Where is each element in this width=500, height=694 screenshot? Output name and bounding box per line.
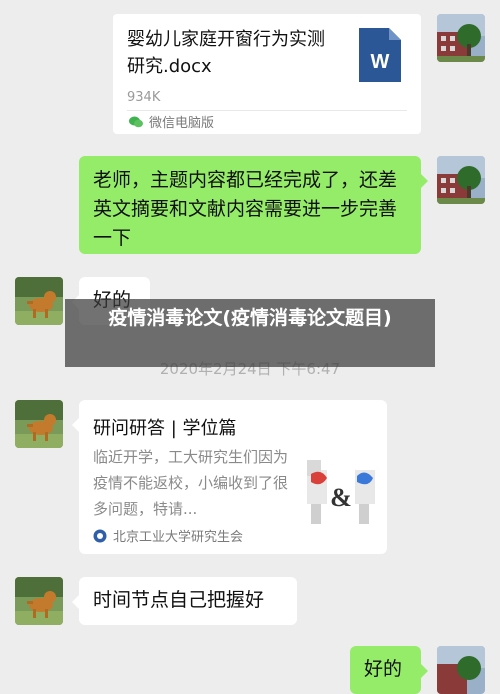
link-description: 临近开学，工大研究生们因为疫情不能返校，小编收到了很多问题，特请... bbox=[93, 448, 289, 518]
university-logo-icon bbox=[93, 529, 107, 542]
link-title: 研问研答 | 学位篇 bbox=[93, 418, 237, 439]
message-bubble-sent[interactable]: 好的 bbox=[350, 646, 428, 694]
title-overlay: 疫情消毒论文(疫情消毒论文题目) bbox=[65, 299, 435, 367]
avatar[interactable] bbox=[437, 156, 485, 204]
message-text: 好的 bbox=[364, 658, 403, 680]
file-source: 微信电脑版 bbox=[129, 112, 214, 131]
file-size: 934K bbox=[127, 90, 161, 105]
file-source-label: 微信电脑版 bbox=[149, 116, 215, 131]
svg-text:W: W bbox=[371, 51, 390, 73]
avatar[interactable] bbox=[437, 14, 485, 62]
wechat-icon bbox=[129, 116, 143, 127]
avatar[interactable] bbox=[15, 277, 63, 325]
file-name: 婴幼儿家庭开窗行为实测研究.docx bbox=[127, 29, 325, 77]
divider bbox=[127, 110, 407, 111]
link-source-label: 北京工业大学研究生会 bbox=[113, 530, 244, 545]
avatar[interactable] bbox=[15, 400, 63, 448]
link-thumbnail: & bbox=[303, 452, 379, 532]
message-bubble-sent[interactable]: 老师，主题内容都已经完成了，还差英文摘要和文献内容需要进一步完善一下 bbox=[79, 156, 428, 254]
word-doc-icon: W bbox=[359, 28, 401, 82]
avatar[interactable] bbox=[437, 646, 485, 694]
svg-text:&: & bbox=[330, 483, 352, 512]
link-source: 北京工业大学研究生会 bbox=[93, 526, 243, 545]
avatar[interactable] bbox=[15, 577, 63, 625]
message-bubble-received[interactable]: 时间节点自己把握好 bbox=[72, 577, 297, 625]
message-text: 时间节点自己把握好 bbox=[93, 589, 265, 611]
message-text: 老师，主题内容都已经完成了，还差英文摘要和文献内容需要进一步完善一下 bbox=[93, 169, 398, 249]
link-card[interactable]: 研问研答 | 学位篇 临近开学，工大研究生们因为疫情不能返校，小编收到了很多问题… bbox=[72, 400, 387, 554]
file-message-card[interactable]: 婴幼儿家庭开窗行为实测研究.docx 934K W 微信电脑版 bbox=[113, 14, 421, 134]
